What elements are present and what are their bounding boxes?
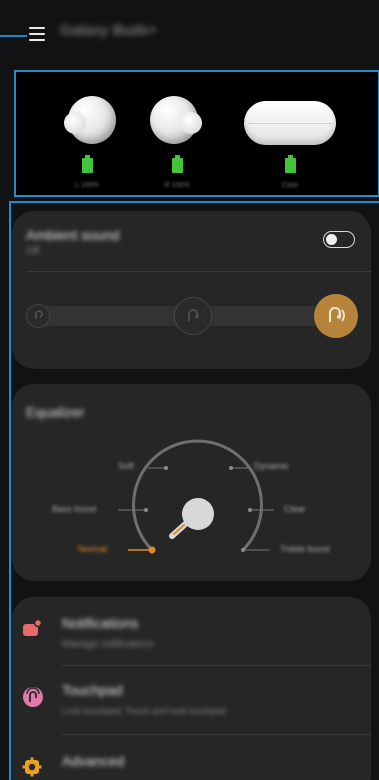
left-battery-icon (82, 155, 93, 173)
left-earbud-image (64, 96, 116, 144)
left-battery-label: L 100% (75, 182, 99, 189)
case-battery-icon (285, 155, 296, 173)
content-callout-frame (9, 201, 379, 780)
menu-callout-line (0, 35, 27, 37)
app-screen: Galaxy Buds+ L 100% R 100% Case Ambient … (0, 0, 379, 780)
case-battery-label: Case (281, 182, 299, 189)
right-battery-icon (172, 155, 183, 173)
app-title: Galaxy Buds+ (60, 22, 158, 39)
charging-case-image (244, 101, 336, 145)
right-earbud-image (150, 96, 202, 144)
right-battery-label: R 100% (164, 182, 190, 189)
hamburger-menu-icon[interactable] (29, 27, 45, 41)
device-battery-panel: L 100% R 100% Case (14, 70, 379, 197)
app-bar: Galaxy Buds+ (0, 0, 379, 68)
